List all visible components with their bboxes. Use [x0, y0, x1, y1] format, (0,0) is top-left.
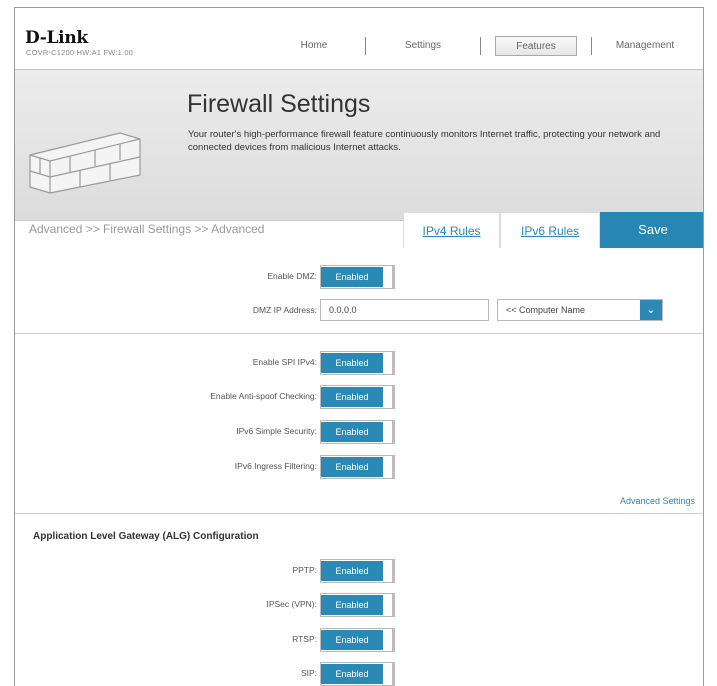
dmz-toggle[interactable]: Enabled [320, 265, 395, 289]
dmz-ip-row: DMZ IP Address: 0.0.0.0 << Computer Name… [15, 299, 703, 323]
spi-toggle[interactable]: Enabled [320, 351, 395, 375]
rtsp-row: RTSP: Enabled [15, 628, 703, 652]
toggle-state: Enabled [321, 630, 383, 650]
breadcrumb-row: Advanced >> Firewall Settings >> Advance… [15, 212, 703, 248]
antispoof-row: Enable Anti-spoof Checking: Enabled [15, 385, 703, 409]
nav-settings[interactable]: Settings [366, 36, 480, 56]
sip-row: SIP: Enabled [15, 662, 703, 686]
spi-label: Enable SPI IPv4: [252, 357, 317, 367]
toggle-state: Enabled [321, 664, 383, 684]
page-title: Firewall Settings [187, 90, 371, 118]
page-description: Your router's high-performance firewall … [188, 129, 661, 153]
toggle-state: Enabled [321, 561, 383, 581]
nav-features[interactable]: Features [495, 36, 577, 56]
model-info: COVR-C1200 HW:A1 FW:1.00 [26, 48, 134, 57]
computer-name-select[interactable]: << Computer Name ⌄ [497, 299, 663, 321]
toggle-state: Enabled [321, 595, 383, 615]
pptp-toggle[interactable]: Enabled [320, 559, 395, 583]
toggle-state: Enabled [321, 422, 383, 442]
ipv6-ingress-toggle[interactable]: Enabled [320, 455, 395, 479]
toggle-state: Enabled [321, 353, 383, 373]
ipv6-ingress-label: IPv6 Ingress Filtering: [234, 461, 317, 471]
nav-management[interactable]: Management [592, 36, 686, 56]
ipsec-toggle[interactable]: Enabled [320, 593, 395, 617]
rtsp-toggle[interactable]: Enabled [320, 628, 395, 652]
sip-label: SIP: [300, 668, 317, 678]
breadcrumb: Advanced >> Firewall Settings >> Advance… [29, 222, 265, 236]
ipsec-row: IPSec (VPN): Enabled [15, 593, 703, 617]
router-admin-window: D-Link COVR-C1200 HW:A1 FW:1.00 Home Set… [14, 7, 704, 686]
dmz-ip-input[interactable]: 0.0.0.0 [320, 299, 489, 321]
sip-toggle[interactable]: Enabled [320, 662, 395, 686]
dlink-logo[interactable]: D-Link [25, 28, 88, 48]
advanced-settings-link[interactable]: Advanced Settings [620, 496, 695, 506]
ipsec-label: IPSec (VPN): [266, 599, 317, 609]
spi-row: Enable SPI IPv4: Enabled [15, 351, 703, 375]
top-bar: D-Link COVR-C1200 HW:A1 FW:1.00 Home Set… [15, 8, 703, 69]
toggle-state: Enabled [321, 457, 383, 477]
save-button[interactable]: Save [600, 212, 703, 248]
main-nav: Home Settings Features Management [263, 36, 686, 56]
ipv6-simple-row: IPv6 Simple Security: Enabled [15, 420, 703, 444]
toggle-state: Enabled [321, 267, 383, 287]
firewall-brick-icon [29, 132, 141, 194]
computer-name-value: << Computer Name [506, 305, 586, 315]
alg-section-title: Application Level Gateway (ALG) Configur… [33, 531, 259, 542]
dmz-enable-label: Enable DMZ: [267, 271, 317, 281]
dmz-ip-label: DMZ IP Address: [252, 305, 317, 315]
pptp-label: PPTP: [292, 565, 317, 575]
toggle-state: Enabled [321, 387, 383, 407]
nav-separator [480, 37, 481, 55]
dmz-enable-row: Enable DMZ: Enabled [15, 265, 703, 289]
ipv6-simple-label: IPv6 Simple Security: [236, 426, 317, 436]
page-banner: Firewall Settings Your router's high-per… [15, 69, 703, 221]
ipv6-ingress-row: IPv6 Ingress Filtering: Enabled [15, 455, 703, 479]
section-divider [15, 333, 703, 334]
section-divider [15, 513, 703, 514]
pptp-row: PPTP: Enabled [15, 559, 703, 583]
tab-ipv6-rules[interactable]: IPv6 Rules [500, 212, 600, 248]
antispoof-toggle[interactable]: Enabled [320, 385, 395, 409]
chevron-down-icon[interactable]: ⌄ [640, 300, 662, 320]
tab-ipv4-rules[interactable]: IPv4 Rules [403, 212, 500, 248]
antispoof-label: Enable Anti-spoof Checking: [210, 391, 317, 401]
ipv6-simple-toggle[interactable]: Enabled [320, 420, 395, 444]
rtsp-label: RTSP: [292, 634, 317, 644]
nav-home[interactable]: Home [263, 36, 365, 56]
